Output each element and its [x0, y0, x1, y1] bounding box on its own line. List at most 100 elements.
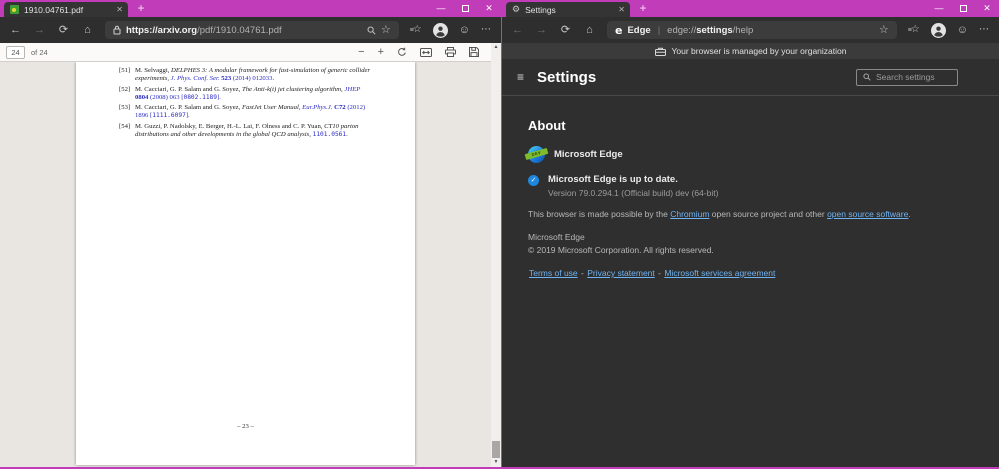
scrollbar-thumb[interactable] [492, 441, 500, 458]
inline-link[interactable]: 523 [221, 75, 231, 82]
tab-settings[interactable]: ⚙ Settings ✕ [506, 2, 630, 17]
profile-avatar[interactable] [930, 22, 946, 38]
search-icon [863, 73, 871, 81]
settings-search-box[interactable] [856, 68, 958, 86]
profile-avatar[interactable] [432, 22, 448, 38]
home-icon[interactable]: ⌂ [583, 24, 596, 36]
page-title: Settings [537, 68, 597, 86]
inline-link[interactable]: JHEP [344, 86, 360, 93]
feedback-smiley-icon[interactable]: ☺ [459, 24, 470, 36]
product-name: Microsoft Edge [554, 149, 623, 160]
tab-close-icon[interactable]: ✕ [618, 5, 625, 14]
settings-header: ≡ Settings [502, 59, 999, 96]
inline-link[interactable]: 1101.0561 [313, 131, 347, 138]
reference-text: M. Selvaggi, DELPHES 3: A modular framew… [135, 67, 372, 83]
services-agreement-link[interactable]: Microsoft services agreement [664, 268, 775, 278]
inline-link[interactable]: ]. [217, 94, 221, 101]
scroll-up-icon[interactable]: ▲ [491, 43, 501, 52]
maximize-button[interactable] [951, 0, 975, 16]
inline-link[interactable]: J. Phys. Conf. Ser. [171, 75, 222, 82]
back-icon[interactable]: ← [511, 24, 524, 36]
text-segment: . [346, 130, 348, 138]
page-total-label: of 24 [31, 47, 48, 57]
inline-link[interactable]: Chromium [670, 209, 709, 219]
refresh-icon[interactable]: ⟳ [559, 24, 572, 36]
zoom-out-button[interactable]: − [358, 46, 364, 58]
update-status-row: ✓ Microsoft Edge is up to date. Version … [528, 174, 969, 198]
inline-link[interactable]: (2014) 012033 [231, 75, 273, 82]
back-icon[interactable]: ← [9, 24, 22, 36]
address-bar-row: ← → ⟳ ⌂ e Edge | edge://settings/help ☆ … [502, 17, 999, 43]
fit-to-width-icon[interactable] [420, 47, 432, 57]
text-segment: open source project and other [709, 209, 828, 219]
favorites-bar-icon[interactable]: ≡ ☆ [410, 25, 422, 35]
settings-more-icon[interactable]: ⋯ [979, 25, 990, 35]
page-number-input[interactable] [6, 45, 25, 59]
favorites-bar-icon[interactable]: ≡ ☆ [908, 25, 920, 35]
inline-link[interactable]: 0804 [135, 94, 148, 101]
new-tab-button[interactable]: + [133, 1, 149, 16]
managed-banner: Your browser is managed by your organiza… [502, 43, 999, 59]
tab-title: Settings [525, 4, 556, 15]
feedback-smiley-icon[interactable]: ☺ [957, 24, 968, 36]
inline-link[interactable]: (2008) 063 [ [148, 94, 183, 101]
favorite-star-icon[interactable]: ☆ [879, 24, 889, 36]
titlebar[interactable]: 1910.04761.pdf ✕ + — ✕ [0, 0, 501, 17]
inline-link[interactable]: 1111.6097 [152, 112, 186, 119]
rotate-icon[interactable] [397, 47, 407, 57]
update-status-text: Microsoft Edge is up to date. [548, 174, 678, 185]
forward-icon[interactable]: → [33, 24, 46, 36]
inline-link[interactable]: 0802.1189 [183, 94, 217, 101]
favorite-star-icon[interactable]: ☆ [381, 24, 391, 36]
zoom-in-button[interactable]: + [378, 46, 384, 58]
inline-link[interactable]: open source software [827, 209, 908, 219]
maximize-icon [461, 5, 469, 13]
address-bar-row: ← → ⟳ ⌂ https://arxiv.org/pdf/1910.04761… [0, 17, 501, 43]
inline-link[interactable]: C72 [334, 104, 346, 111]
reference-item: [51] M. Selvaggi, DELPHES 3: A modular f… [119, 67, 372, 83]
print-icon[interactable] [445, 47, 456, 57]
home-icon[interactable]: ⌂ [81, 24, 94, 36]
new-tab-button[interactable]: + [635, 1, 651, 16]
text-segment: M. Guzzi, P. Nadolsky, E. Berger, H.-L. … [135, 122, 325, 130]
pdf-viewport[interactable]: [51] M. Selvaggi, DELPHES 3: A modular f… [0, 62, 501, 467]
url-divider: | [657, 24, 661, 36]
search-icon[interactable] [367, 26, 376, 35]
pdf-scrollbar[interactable]: ▲ ▼ [491, 43, 501, 467]
refresh-icon[interactable]: ⟳ [57, 24, 70, 36]
references-list: [51] M. Selvaggi, DELPHES 3: A modular f… [119, 67, 372, 141]
inline-link[interactable]: ]. [186, 112, 190, 119]
close-button[interactable]: ✕ [477, 0, 501, 16]
settings-more-icon[interactable]: ⋯ [481, 25, 492, 35]
pdf-favicon-icon [10, 5, 19, 14]
copyright-text: © 2019 Microsoft Corporation. All rights… [528, 245, 714, 255]
url-field[interactable]: e Edge | edge://settings/help ☆ [607, 21, 897, 39]
minimize-button[interactable]: — [429, 0, 453, 16]
titlebar[interactable]: ⚙ Settings ✕ + — ✕ [502, 0, 999, 17]
close-button[interactable]: ✕ [975, 0, 999, 16]
gear-icon: ⚙ [512, 4, 521, 14]
url-field[interactable]: https://arxiv.org/pdf/1910.04761.pdf ☆ [105, 21, 399, 39]
maximize-button[interactable] [453, 0, 477, 16]
tab-title: 1910.04761.pdf [24, 4, 84, 15]
privacy-statement-link[interactable]: Privacy statement [587, 268, 655, 278]
browser-window-pdf: 1910.04761.pdf ✕ + — ✕ ← → ⟳ ⌂ https://a… [0, 0, 501, 467]
menu-icon[interactable]: ≡ [517, 70, 524, 84]
terms-of-use-link[interactable]: Terms of use [529, 268, 578, 278]
tab-pdf[interactable]: 1910.04761.pdf ✕ [4, 2, 128, 17]
forward-icon[interactable]: → [535, 24, 548, 36]
chromium-note: This browser is made possible by the Chr… [528, 209, 969, 219]
text-segment: M. Cacciari, G. P. Salam and G. Soyez, [135, 104, 242, 111]
briefcase-icon [654, 47, 666, 56]
product-row: DEV Microsoft Edge [524, 146, 969, 163]
edge-logo-icon: e [615, 23, 623, 37]
minimize-button[interactable]: — [927, 0, 951, 16]
tab-close-icon[interactable]: ✕ [116, 5, 123, 14]
pdf-page: [51] M. Selvaggi, DELPHES 3: A modular f… [76, 62, 415, 465]
scroll-down-icon[interactable]: ▼ [491, 458, 501, 467]
search-input[interactable] [876, 72, 951, 82]
reference-item: [52] M. Cacciari, G. P. Salam and G. Soy… [119, 86, 372, 102]
pdf-toolbar: of 24 − + [0, 43, 501, 62]
inline-link[interactable]: Eur.Phys.J. [302, 104, 334, 111]
save-icon[interactable] [469, 47, 479, 57]
